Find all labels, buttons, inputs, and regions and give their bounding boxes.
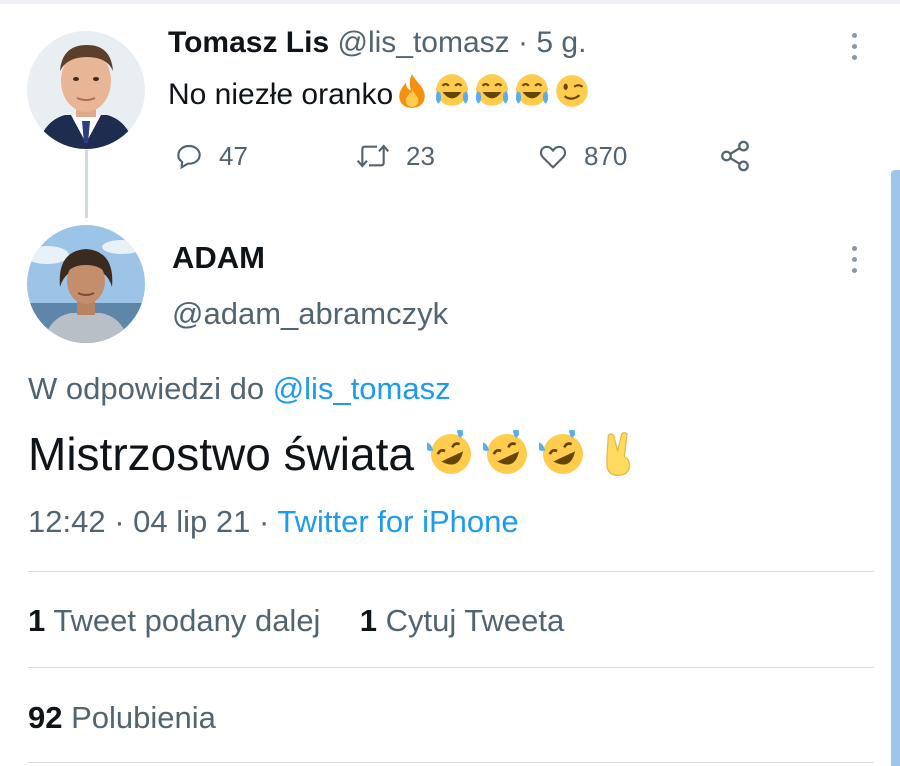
tweet-source[interactable]: Twitter for iPhone [277,504,518,539]
reply-tweet-more-icon[interactable] [852,246,860,273]
share-icon [721,140,749,172]
meta-separator-2: · [259,504,270,539]
tears-of-joy-emoji [476,74,509,106]
avatar-tomasz-lis[interactable] [27,31,145,149]
replying-to: W odpowiedzi do @lis_tomasz [28,371,451,407]
victory-hand-emoji [606,432,631,477]
reply-tweet-text-body: Mistrzostwo świata [28,428,414,480]
top-divider [0,0,900,4]
share-action[interactable] [718,140,752,172]
retweets-stat[interactable]: 1 Tweet podany dalej [28,603,320,638]
likes-stat[interactable]: 92 Polubienia [28,700,216,736]
quotes-stat-label: Cytuj Tweeta [385,603,565,638]
avatar-adam[interactable] [27,225,145,343]
reply-author-handle[interactable]: @adam_abramczyk [172,296,448,332]
stats-divider-bottom [28,762,874,763]
original-tweet-text-body: No niezłe oranko [168,78,394,111]
fire-emoji [399,74,425,108]
stats-divider-middle [28,667,874,668]
reply-tweet-meta: 12:42 · 04 lip 21 · Twitter for iPhone [28,504,519,540]
retweet-icon [356,144,390,168]
reply-icon [177,144,201,170]
reply-count: 47 [219,140,248,171]
original-tweet-more-icon[interactable] [852,33,860,60]
tears-of-joy-emoji [516,74,549,106]
likes-stat-label: Polubienia [71,700,216,735]
original-author-name[interactable]: Tomasz Lis [168,26,329,59]
tweet-age[interactable]: 5 g. [536,26,586,59]
rofl-emoji [482,430,527,474]
like-action[interactable]: 870 [536,140,627,172]
rofl-emoji [426,430,471,474]
likes-stat-count: 92 [28,700,63,735]
reply-author-name[interactable]: ADAM [172,240,265,276]
scrollbar[interactable] [891,170,900,766]
quotes-stat[interactable]: 1 Cytuj Tweeta [360,603,565,638]
tears-of-joy-emoji [436,74,469,106]
heart-icon [539,145,567,169]
rofl-emoji [538,430,583,474]
thread-connector-line [85,150,88,218]
original-tweet-header: Tomasz Lis @lis_tomasz · 5 g. [168,26,586,60]
original-author-handle[interactable]: @lis_tomasz [338,26,510,59]
replying-to-label: W odpowiedzi do [28,371,265,406]
retweet-count: 23 [406,140,435,171]
meta-separator: · [114,504,125,539]
winking-face-emoji [556,75,588,107]
reply-action[interactable]: 47 [173,140,248,172]
header-separator: · [518,26,529,59]
reply-tweet-text: Mistrzostwo świata [28,427,651,481]
replying-to-handle[interactable]: @lis_tomasz [273,371,451,406]
quotes-stat-count: 1 [359,603,377,638]
retweet-action[interactable]: 23 [354,140,435,172]
stats-divider-top [28,571,874,572]
retweet-quote-stats: 1 Tweet podany dalej 1 Cytuj Tweeta [28,603,564,639]
tweet-date[interactable]: 04 lip 21 [133,504,250,539]
tweet-time[interactable]: 12:42 [28,504,106,539]
retweets-stat-label: Tweet podany dalej [53,603,321,638]
like-count: 870 [584,140,628,171]
original-tweet-text: No niezłe oranko [168,72,593,112]
retweets-stat-count: 1 [28,603,46,638]
